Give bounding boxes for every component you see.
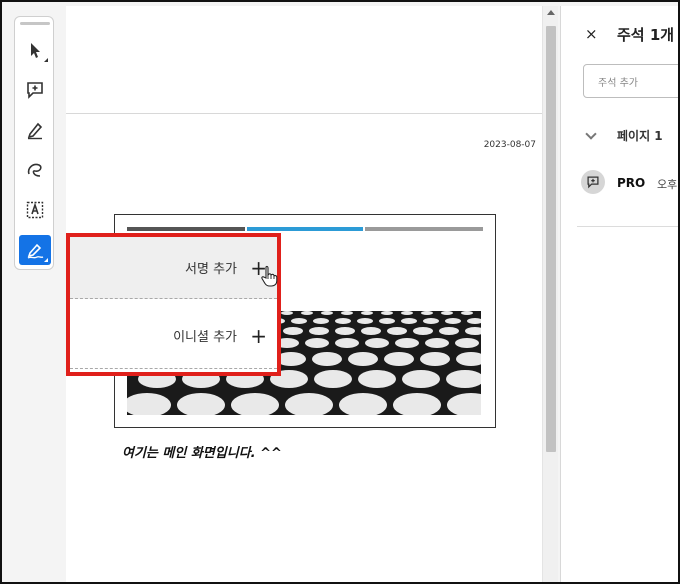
pen-icon bbox=[27, 122, 43, 140]
tool-strip bbox=[14, 16, 54, 270]
comment-plus-icon bbox=[587, 176, 599, 189]
tab-bar-blue bbox=[247, 227, 363, 231]
drag-handle[interactable] bbox=[20, 22, 50, 25]
draw-tool[interactable] bbox=[19, 155, 51, 185]
text-box-icon bbox=[26, 201, 44, 219]
add-initials-item[interactable]: 이니셜 추가 + bbox=[70, 303, 277, 369]
submenu-indicator-icon bbox=[44, 58, 48, 62]
freehand-loop-icon bbox=[27, 163, 42, 177]
scroll-up-arrow-icon[interactable] bbox=[547, 10, 555, 15]
hand-pointer-icon bbox=[261, 265, 278, 287]
select-tool[interactable] bbox=[19, 35, 51, 65]
signature-menu: 서명 추가 + 이니셜 추가 + bbox=[66, 233, 281, 376]
add-signature-item[interactable]: 서명 추가 + bbox=[70, 237, 278, 299]
add-initials-label: 이니셜 추가 bbox=[173, 330, 237, 345]
add-comment-tool[interactable] bbox=[19, 75, 51, 105]
add-comment-input[interactable]: 주석 추가 bbox=[583, 64, 678, 98]
tab-bar-dark bbox=[127, 227, 245, 231]
app-window: 2023-08-07 여기는 메인 화면입니다. ^^ × 주석 1개 주석 추… bbox=[0, 0, 680, 584]
submenu-indicator-icon bbox=[44, 258, 48, 262]
vertical-scrollbar[interactable] bbox=[542, 6, 558, 582]
panel-divider bbox=[577, 226, 678, 227]
comments-panel: × 주석 1개 주석 추가 페이지 1 PRO 오후 bbox=[560, 6, 678, 582]
signature-pen-icon bbox=[27, 243, 44, 259]
comment-avatar bbox=[581, 170, 605, 194]
comment-time: 오후 bbox=[657, 178, 678, 191]
scroll-thumb[interactable] bbox=[546, 26, 556, 452]
tab-bar-gray bbox=[365, 227, 483, 231]
sign-tool[interactable] bbox=[19, 235, 51, 265]
add-signature-label: 서명 추가 bbox=[185, 262, 237, 277]
comments-count-title: 주석 1개 bbox=[617, 26, 675, 44]
document-date: 2023-08-07 bbox=[483, 140, 536, 150]
comment-plus-icon bbox=[27, 82, 43, 99]
comment-author[interactable]: PRO bbox=[617, 176, 645, 190]
plus-icon: + bbox=[250, 323, 267, 348]
highlight-tool[interactable] bbox=[19, 115, 51, 145]
cursor-arrow-icon bbox=[31, 43, 40, 58]
chevron-down-icon[interactable] bbox=[585, 128, 597, 140]
close-icon[interactable]: × bbox=[585, 25, 598, 43]
page-group-label[interactable]: 페이지 1 bbox=[617, 127, 663, 144]
text-box-tool[interactable] bbox=[19, 195, 51, 225]
previous-page-region bbox=[66, 6, 542, 114]
document-caption: 여기는 메인 화면입니다. ^^ bbox=[122, 446, 282, 461]
